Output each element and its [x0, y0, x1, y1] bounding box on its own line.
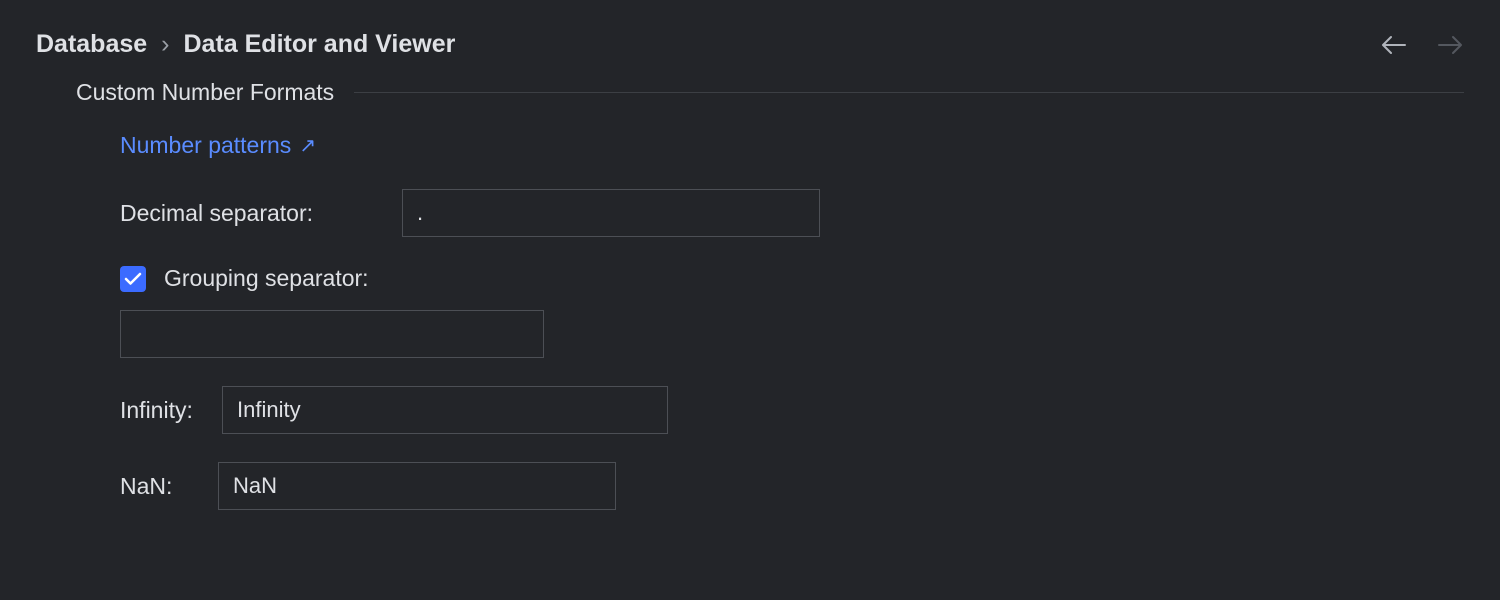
- grouping-separator-label: Grouping separator:: [164, 265, 369, 292]
- section-divider: [354, 92, 1464, 93]
- section-title: Custom Number Formats: [76, 79, 334, 106]
- check-icon: [124, 272, 142, 286]
- decimal-separator-input[interactable]: [402, 189, 820, 237]
- breadcrumb-current: Data Editor and Viewer: [184, 30, 456, 59]
- nav-arrows: [1380, 31, 1464, 59]
- grouping-separator-row: Grouping separator:: [120, 265, 1464, 292]
- number-patterns-link[interactable]: Number patterns: [120, 132, 291, 159]
- forward-button: [1436, 31, 1464, 59]
- grouping-separator-input[interactable]: [120, 310, 544, 358]
- section-header: Custom Number Formats: [76, 79, 1464, 106]
- decimal-separator-label: Decimal separator:: [120, 200, 380, 227]
- grouping-separator-checkbox[interactable]: [120, 266, 146, 292]
- breadcrumb: Database › Data Editor and Viewer: [36, 30, 455, 59]
- nan-row: NaN:: [120, 462, 1464, 510]
- header: Database › Data Editor and Viewer: [0, 0, 1500, 79]
- external-link-icon: ↗: [299, 133, 316, 158]
- infinity-input[interactable]: [222, 386, 668, 434]
- breadcrumb-parent[interactable]: Database: [36, 30, 147, 59]
- nan-input[interactable]: [218, 462, 616, 510]
- grouping-separator-input-row: [120, 310, 1464, 358]
- grouping-checkbox-wrap: Grouping separator:: [120, 265, 369, 292]
- arrow-left-icon: [1381, 35, 1407, 55]
- form-area: Number patterns ↗ Decimal separator: Gro…: [76, 132, 1464, 510]
- section-custom-number-formats: Custom Number Formats Number patterns ↗ …: [0, 79, 1500, 510]
- arrow-right-icon: [1437, 35, 1463, 55]
- number-patterns-link-row: Number patterns ↗: [120, 132, 1464, 159]
- infinity-label: Infinity:: [120, 397, 200, 424]
- decimal-separator-row: Decimal separator:: [120, 189, 1464, 237]
- back-button[interactable]: [1380, 31, 1408, 59]
- infinity-row: Infinity:: [120, 386, 1464, 434]
- breadcrumb-separator: ›: [161, 30, 169, 59]
- nan-label: NaN:: [120, 473, 196, 500]
